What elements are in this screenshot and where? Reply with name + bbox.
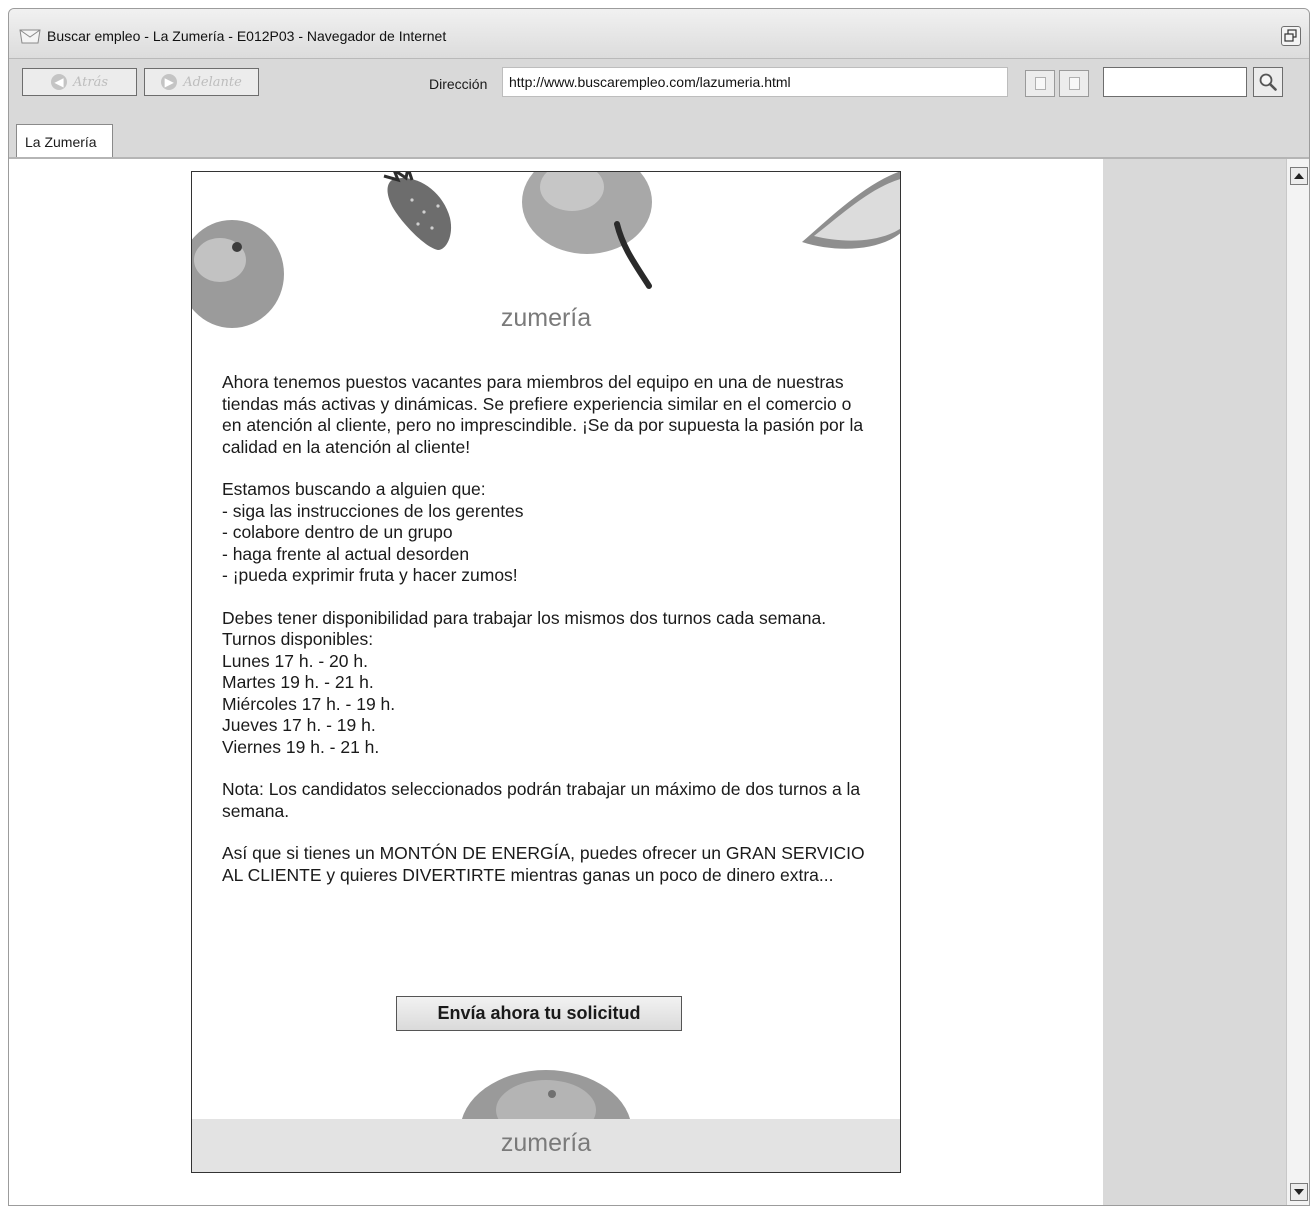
title-bar: Buscar empleo - La Zumería - E012P03 - N…: [9, 9, 1309, 59]
shift-item: Martes 19 h. - 21 h.: [222, 672, 374, 692]
vertical-scrollbar[interactable]: [1286, 159, 1309, 1205]
window-title: Buscar empleo - La Zumería - E012P03 - N…: [47, 28, 447, 44]
shifts-block: Debes tener disponibilidad para trabajar…: [222, 608, 872, 759]
shift-item: Jueves 17 h. - 19 h.: [222, 715, 376, 735]
window-restore-button[interactable]: [1281, 26, 1301, 46]
address-label: Dirección: [429, 76, 488, 92]
browser-window: Buscar empleo - La Zumería - E012P03 - N…: [8, 8, 1310, 1206]
brand-logo-top: zumería: [500, 304, 592, 332]
search-input[interactable]: [1103, 67, 1247, 97]
orange-slice-image: [802, 172, 900, 249]
paste-button[interactable]: [1059, 70, 1089, 97]
closing-paragraph: Así que si tienes un MONTÓN DE ENERGÍA, …: [222, 843, 865, 885]
shift-item: Miércoles 17 h. - 19 h.: [222, 693, 396, 714]
job-description: Ahora tenemos puestos vacantes para miem…: [222, 372, 872, 907]
requirement-item: - siga las instrucciones de los gerentes: [222, 500, 524, 521]
requirement-item: - colabore dentro de un grupo: [222, 522, 453, 542]
arrow-up-icon: [1294, 173, 1304, 179]
shift-item: Viernes 19 h. - 21 h.: [222, 736, 380, 757]
requirement-item: - haga frente al actual desorden: [222, 543, 470, 564]
pear-image: [522, 172, 652, 289]
page-viewport: zumería Ahora tenemos puestos vacantes p…: [9, 159, 1103, 1205]
scroll-up-button[interactable]: [1290, 167, 1308, 185]
back-button[interactable]: ◀ Atrás: [22, 68, 137, 96]
forward-button[interactable]: ▶ Adelante: [144, 68, 259, 96]
tab-la-zumeria[interactable]: La Zumería: [16, 124, 113, 157]
intro-paragraph: Ahora tenemos puestos vacantes para miem…: [222, 372, 864, 457]
paste-icon: [1068, 77, 1080, 90]
brand-footer: zumería: [192, 1119, 900, 1172]
browser-toolbar: ◀ Atrás ▶ Adelante Dirección: [9, 59, 1309, 117]
arrow-left-icon: ◀: [50, 74, 67, 90]
requirements-block: Estamos buscando a alguien que: - siga l…: [222, 479, 872, 587]
shift-item: Lunes 17 h. - 20 h.: [222, 650, 368, 671]
copy-button[interactable]: [1025, 70, 1055, 97]
back-button-label: Atrás: [72, 74, 109, 90]
strawberry-image: [383, 172, 452, 250]
availability-text: Debes tener disponibilidad para trabajar…: [222, 607, 827, 628]
right-margin-panel: [1103, 159, 1286, 1205]
shifts-heading: Turnos disponibles:: [222, 629, 374, 649]
magnifier-icon: [1259, 73, 1277, 91]
requirements-heading: Estamos buscando a alguien que:: [222, 479, 486, 499]
tab-label: La Zumería: [25, 134, 97, 150]
forward-button-label: Adelante: [183, 74, 242, 90]
requirement-item: - ¡pueda exprimir fruta y hacer zumos!: [222, 565, 518, 585]
envelope-icon: [19, 29, 41, 44]
address-input[interactable]: [502, 67, 1008, 97]
copy-icon: [1034, 77, 1046, 90]
window-restore-icon: [1284, 29, 1297, 42]
job-ad-page: zumería Ahora tenemos puestos vacantes p…: [191, 171, 901, 1173]
tab-strip: La Zumería: [9, 117, 1309, 159]
apply-now-button[interactable]: Envía ahora tu solicitud: [396, 996, 682, 1031]
search-button[interactable]: [1253, 67, 1283, 97]
orange-image: [460, 1070, 632, 1126]
scroll-down-button[interactable]: [1290, 1183, 1308, 1201]
note-paragraph: Nota: Los candidatos seleccionados podrá…: [222, 779, 861, 821]
arrow-right-icon: ▶: [161, 74, 178, 90]
arrow-down-icon: [1294, 1189, 1304, 1195]
